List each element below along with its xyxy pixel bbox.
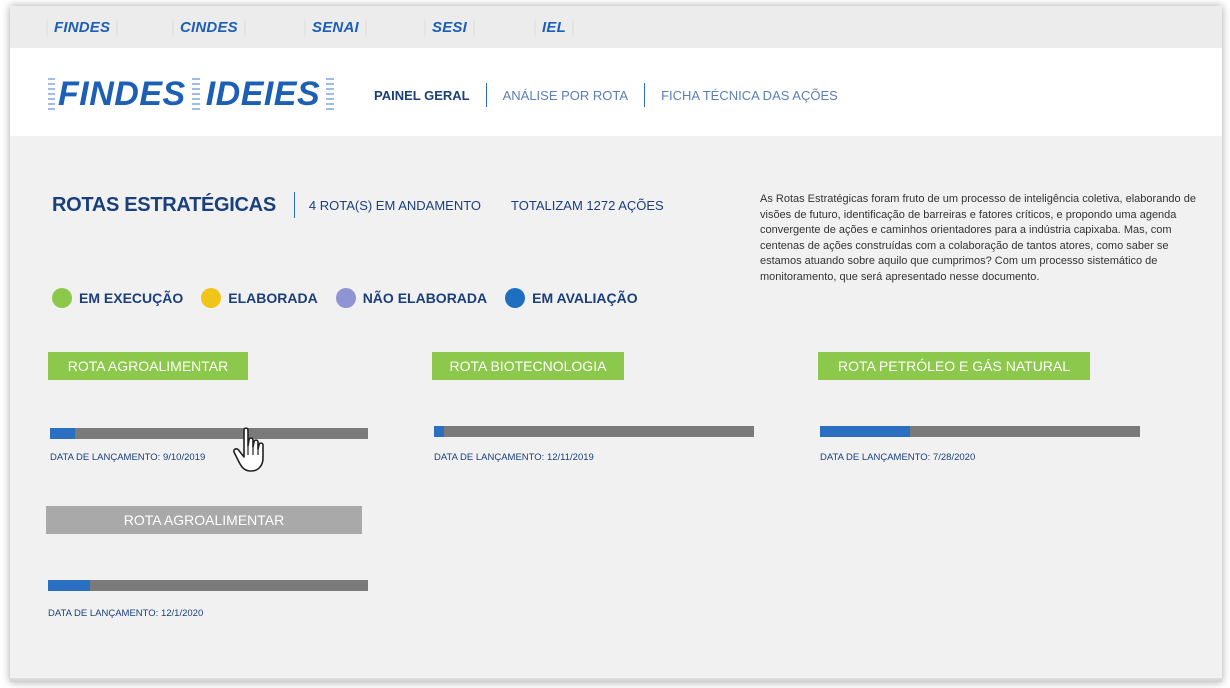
rota-launch-date: DATA DE LANÇAMENTO: 9/10/2019 <box>50 452 206 463</box>
org-link-iel[interactable]: IEL <box>534 20 574 36</box>
rota-card-agroalimentar: ROTA AGROALIMENTAR <box>48 352 248 380</box>
logo-text-findes: FINDES <box>58 75 186 113</box>
rota-progress-fill <box>48 580 90 591</box>
rota-progress-fill <box>820 426 910 437</box>
logo-stripes-icon <box>48 78 55 110</box>
rota-card-petroleo-gas: ROTA PETRÓLEO E GÁS NATURAL <box>818 352 1090 380</box>
frame-bottom-edge <box>10 678 1222 682</box>
rota-progress-bar <box>48 580 368 591</box>
org-link-findes[interactable]: FINDES <box>46 20 119 36</box>
rota-progress-bar <box>820 426 1140 437</box>
rota-progress-bar <box>50 428 368 439</box>
hand-pointer-cursor-icon <box>233 427 264 472</box>
legend-label: ELABORADA <box>228 290 318 306</box>
rota-launch-date: DATA DE LANÇAMENTO: 12/11/2019 <box>434 452 594 463</box>
logo-trailing-stripes-icon <box>326 78 335 110</box>
nav-divider <box>644 83 646 107</box>
rotas-count: 4 ROTA(S) EM ANDAMENTO <box>308 197 482 213</box>
rota-button[interactable]: ROTA AGROALIMENTAR <box>46 506 362 534</box>
legend-item-nao-elaborada: NÃO ELABORADA <box>335 288 488 308</box>
status-dot-icon <box>335 288 356 308</box>
rota-card-agroalimentar-2: ROTA AGROALIMENTAR <box>46 506 362 534</box>
rota-progress-bar <box>434 426 754 437</box>
description-text: As Rotas Estratégicas foram fruto de um … <box>760 193 1196 283</box>
legend-label: NÃO ELABORADA <box>362 290 488 306</box>
app-frame: FINDES CINDES SENAI SESI IEL FINDES IDEI… <box>10 6 1222 682</box>
rota-launch-date: DATA DE LANÇAMENTO: 12/1/2020 <box>48 608 204 619</box>
title-divider <box>293 192 295 218</box>
org-link-senai[interactable]: SENAI <box>304 20 367 36</box>
legend-label: EM EXECUÇÃO <box>79 290 184 306</box>
rota-button[interactable]: ROTA AGROALIMENTAR <box>48 352 248 380</box>
rota-launch-date: DATA DE LANÇAMENTO: 7/28/2020 <box>820 452 976 463</box>
rota-button[interactable]: ROTA PETRÓLEO E GÁS NATURAL <box>818 352 1090 380</box>
findes-ideies-logo[interactable]: FINDES IDEIES <box>48 76 340 112</box>
nav-painel-geral[interactable]: PAINEL GERAL <box>374 88 470 103</box>
org-link-sesi[interactable]: SESI <box>424 20 475 36</box>
rota-card-biotecnologia: ROTA BIOTECNOLOGIA <box>432 352 624 380</box>
status-dot-icon <box>52 288 72 308</box>
status-dot-icon <box>505 288 526 308</box>
status-dot-icon <box>201 288 222 308</box>
status-legend: EM EXECUÇÃO ELABORADA NÃO ELABORADA EM A… <box>52 288 656 308</box>
legend-item-em-execucao: EM EXECUÇÃO <box>52 288 183 308</box>
legend-item-em-avaliacao: EM AVALIAÇÃO <box>505 288 638 308</box>
acoes-total: TOTALIZAM 1272 AÇÕES <box>511 197 664 213</box>
summary-row: ROTAS ESTRATÉGICAS 4 ROTA(S) EM ANDAMENT… <box>52 192 664 218</box>
rota-progress-fill <box>50 428 76 439</box>
rota-button[interactable]: ROTA BIOTECNOLOGIA <box>432 352 624 380</box>
org-link-cindes[interactable]: CINDES <box>172 20 246 36</box>
nav-ficha-tecnica[interactable]: FICHA TÉCNICA DAS AÇÕES <box>661 88 838 103</box>
logo-text-ideies: IDEIES <box>205 75 321 113</box>
legend-item-elaborada: ELABORADA <box>201 288 318 308</box>
main-nav: PAINEL GERAL ANÁLISE POR ROTA FICHA TÉCN… <box>374 83 838 107</box>
rota-progress-fill <box>434 426 444 437</box>
page-title: ROTAS ESTRATÉGICAS <box>52 193 276 216</box>
nav-analise-por-rota[interactable]: ANÁLISE POR ROTA <box>503 88 628 103</box>
legend-label: EM AVALIAÇÃO <box>532 290 638 306</box>
logo-divider-icon <box>191 78 200 110</box>
org-bar: FINDES CINDES SENAI SESI IEL <box>10 6 1222 48</box>
nav-divider <box>485 83 487 107</box>
